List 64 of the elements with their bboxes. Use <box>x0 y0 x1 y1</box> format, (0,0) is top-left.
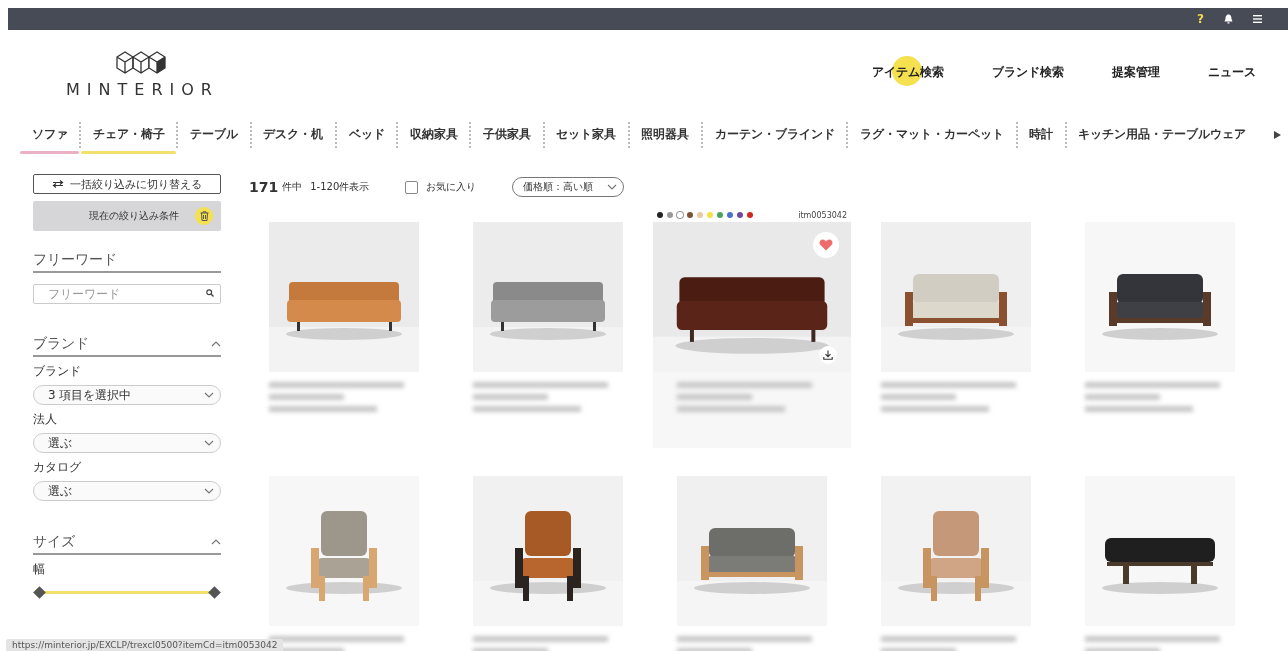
logo-text: MINTERIOR <box>66 80 219 99</box>
chevron-icon <box>204 488 214 494</box>
color-swatch[interactable] <box>717 212 723 218</box>
range-slider[interactable] <box>33 586 221 600</box>
select-field[interactable]: 選ぶ <box>33 433 221 453</box>
category-tab[interactable]: テーブル <box>178 119 250 151</box>
section-heading[interactable]: ブランド <box>33 335 221 357</box>
section-heading: フリーワード <box>33 251 221 273</box>
field-label: ブランド <box>33 363 82 380</box>
menu-icon[interactable] <box>1253 15 1262 23</box>
color-swatch[interactable] <box>697 212 703 218</box>
checkbox[interactable] <box>405 180 419 194</box>
field-label: 法人 <box>33 411 58 428</box>
color-swatch[interactable] <box>707 212 713 218</box>
chevron-icon <box>211 341 221 347</box>
category-tab[interactable]: 子供家具 <box>471 119 543 151</box>
count-unit: 件中 <box>282 180 303 194</box>
category-tab[interactable]: 照明器具 <box>629 119 702 151</box>
chevron-icon <box>204 440 214 446</box>
item-code: itm0053042 <box>798 210 847 220</box>
trash-icon[interactable] <box>195 207 213 225</box>
field-label: 幅 <box>33 561 46 578</box>
swap-arrows-icon <box>52 180 64 188</box>
select-field[interactable]: 3 項目を選択中 <box>33 385 221 405</box>
favorite-label: お気に入り <box>426 180 477 194</box>
color-swatch[interactable] <box>727 212 733 218</box>
nav-link[interactable]: ブランド検索 <box>992 56 1064 89</box>
chevron-icon <box>204 392 214 398</box>
category-tab[interactable]: キッチン用品・テーブルウェア <box>1066 119 1259 151</box>
select-field[interactable]: 選ぶ <box>33 481 221 501</box>
category-tab[interactable]: チェア・椅子 <box>81 119 177 151</box>
category-tab[interactable]: デスク・机 <box>251 119 335 151</box>
display-range: 1-120件表示 <box>310 180 370 194</box>
nav-link[interactable]: 提案管理 <box>1112 56 1160 89</box>
field-label: カタログ <box>33 459 82 476</box>
help-button[interactable]: ? <box>1197 12 1204 26</box>
category-tab[interactable]: 収納家具 <box>398 119 470 151</box>
color-swatch[interactable] <box>737 212 743 218</box>
category-tab[interactable]: ソファ <box>20 119 80 151</box>
category-tab[interactable]: セット家具 <box>544 119 628 151</box>
nav-link[interactable]: ニュース <box>1208 56 1256 89</box>
product-card[interactable]: itm0053042 <box>653 208 851 448</box>
chevron-icon <box>211 539 221 545</box>
color-swatch[interactable] <box>687 212 693 218</box>
category-tab[interactable]: カーテン・ブラインド <box>703 119 847 151</box>
search-icon[interactable] <box>206 289 214 297</box>
section-heading[interactable]: サイズ <box>33 533 221 555</box>
category-tab[interactable]: ラグ・マット・カーペット <box>848 119 1016 151</box>
category-tab[interactable]: 時計 <box>1017 119 1065 151</box>
color-swatch[interactable] <box>677 212 683 218</box>
color-swatch[interactable] <box>657 212 663 218</box>
color-swatch[interactable] <box>667 212 673 218</box>
next-arrow-icon[interactable] <box>1272 130 1283 140</box>
color-swatch[interactable] <box>747 212 753 218</box>
sort-select[interactable]: 価格順：高い順 <box>512 177 625 197</box>
favorite-filter[interactable]: お気に入り <box>405 180 477 194</box>
conditions-label: 現在の絞り込み条件 <box>89 209 179 223</box>
result-count: 171 <box>249 179 279 195</box>
status-url: https://minterior.jp/EXCLP/trexcl0500?itemCd=itm0053042 <box>6 639 284 651</box>
chevron-icon <box>607 184 618 190</box>
switch-filter-button[interactable]: 一括絞り込みに切り替える <box>33 174 221 194</box>
search-field[interactable]: フリーワード <box>33 284 221 304</box>
bell-icon[interactable] <box>1224 14 1233 24</box>
category-tab[interactable]: ベッド <box>336 119 397 151</box>
